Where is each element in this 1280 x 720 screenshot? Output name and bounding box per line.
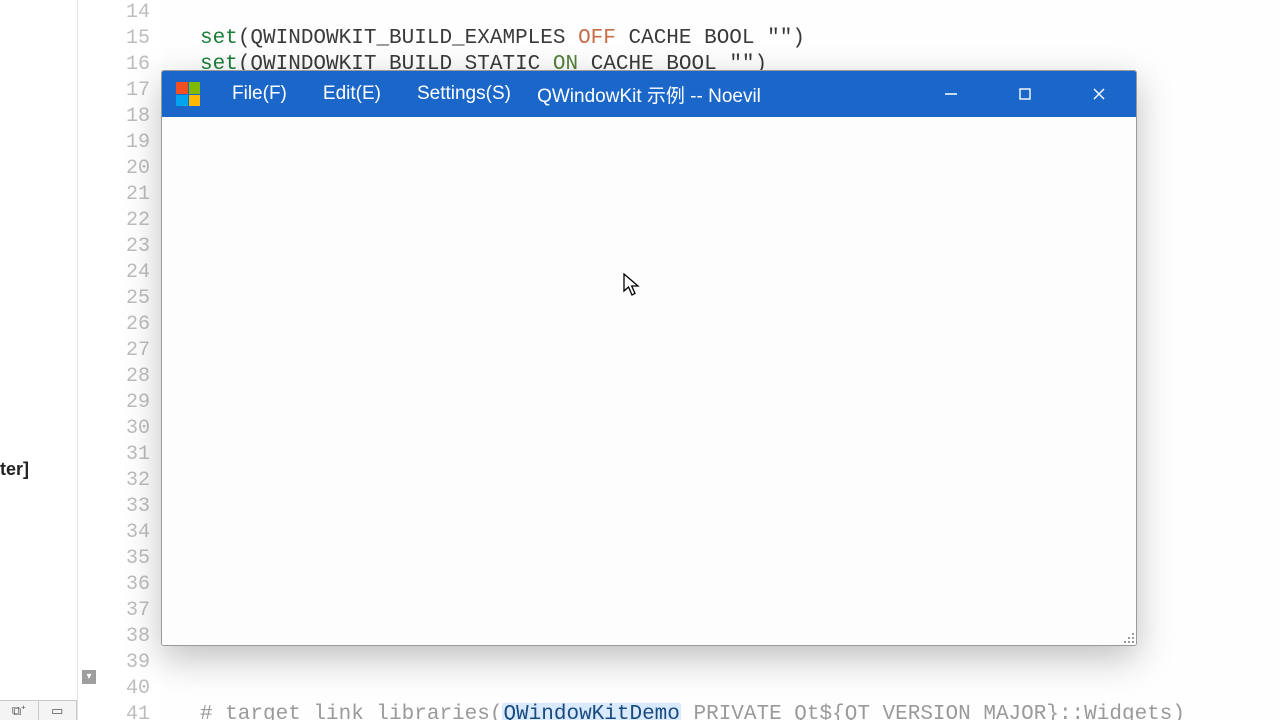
line-number: 36 — [100, 572, 150, 598]
gutter-collapse-dropdown-icon[interactable]: ▾ — [82, 670, 96, 684]
line-number: 22 — [100, 208, 150, 234]
line-number: 18 — [100, 104, 150, 130]
line-number: 35 — [100, 546, 150, 572]
menu-edit[interactable]: Edit(E) — [305, 71, 399, 117]
line-number: 38 — [100, 624, 150, 650]
line-number: 33 — [100, 494, 150, 520]
demo-window[interactable]: File(F) Edit(E) Settings(S) QWindowKit 示… — [161, 70, 1137, 646]
line-number: 41 — [100, 702, 150, 720]
sidebar-label-fragment: ter] — [0, 459, 29, 480]
line-number: 27 — [100, 338, 150, 364]
line-number: 23 — [100, 234, 150, 260]
window-client-area[interactable] — [162, 117, 1136, 645]
line-number: 24 — [100, 260, 150, 286]
line-number: 20 — [100, 156, 150, 182]
line-number: 21 — [100, 182, 150, 208]
window-title: QWindowKit 示例 -- Noevil — [537, 81, 761, 108]
line-number: 15 — [100, 26, 150, 52]
line-number: 34 — [100, 520, 150, 546]
menu-file[interactable]: File(F) — [214, 71, 305, 117]
mouse-cursor-icon — [623, 273, 641, 297]
line-number: 40 — [100, 676, 150, 702]
line-number: 19 — [100, 130, 150, 156]
titlebar[interactable]: File(F) Edit(E) Settings(S) QWindowKit 示… — [162, 71, 1136, 117]
close-button[interactable] — [1062, 71, 1136, 117]
line-number: 39 — [100, 650, 150, 676]
line-number: 25 — [100, 286, 150, 312]
line-number: 37 — [100, 598, 150, 624]
code-line — [200, 0, 1260, 26]
code-line: set(QWINDOWKIT_BUILD_EXAMPLES OFF CACHE … — [200, 26, 1260, 52]
close-icon — [1092, 87, 1106, 101]
window-logo-icon — [176, 82, 200, 106]
resize-grip-icon[interactable] — [1120, 629, 1134, 643]
menu-settings[interactable]: Settings(S) — [399, 71, 529, 117]
menu-bar: File(F) Edit(E) Settings(S) — [214, 71, 529, 117]
line-number: 29 — [100, 390, 150, 416]
line-number: 26 — [100, 312, 150, 338]
code-line — [200, 676, 1260, 702]
line-number: 14 — [100, 0, 150, 26]
minimize-icon — [944, 87, 958, 101]
minimize-button[interactable] — [914, 71, 988, 117]
window-system-buttons — [914, 71, 1136, 117]
maximize-button[interactable] — [988, 71, 1062, 117]
line-number: 32 — [100, 468, 150, 494]
line-number: 16 — [100, 52, 150, 78]
sidebar-tabbar: ⧉⁺ ▭ — [0, 700, 77, 720]
line-number: 28 — [100, 364, 150, 390]
line-number: 30 — [100, 416, 150, 442]
line-number: 17 — [100, 78, 150, 104]
sidebar-tab-1[interactable]: ⧉⁺ — [0, 701, 39, 720]
side-panel: ter] ⧉⁺ ▭ — [0, 0, 78, 720]
code-line — [200, 650, 1260, 676]
sidebar-tab-2[interactable]: ▭ — [39, 701, 78, 720]
maximize-icon — [1018, 87, 1032, 101]
code-line: # target_link_libraries(QWindowKitDemo P… — [200, 702, 1260, 720]
line-gutter: 14 15 16 17 18 19 20 21 22 23 24 25 26 2… — [100, 0, 162, 720]
line-number: 31 — [100, 442, 150, 468]
